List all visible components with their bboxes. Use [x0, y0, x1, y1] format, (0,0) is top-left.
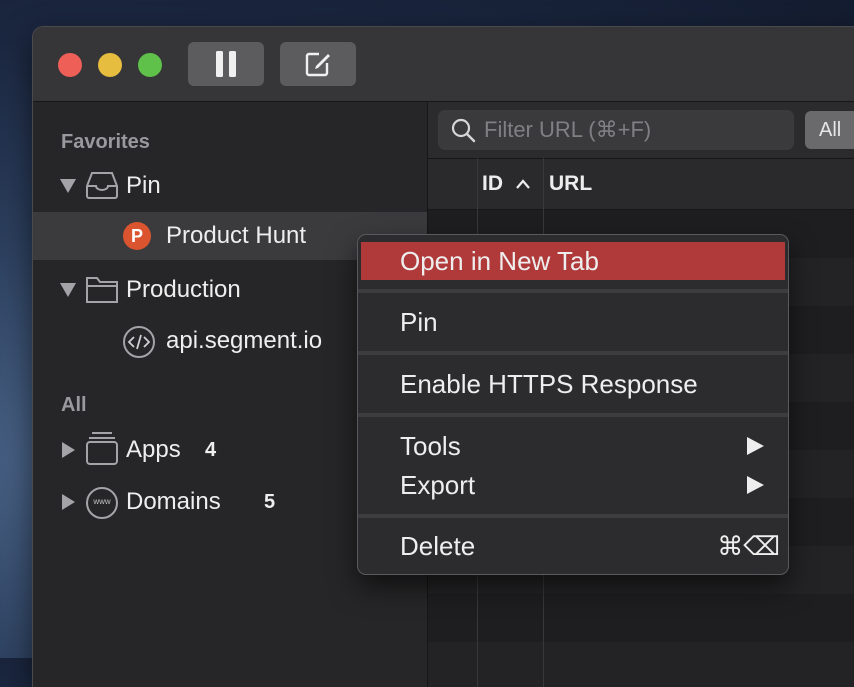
- disclosure-down-icon[interactable]: [60, 283, 76, 297]
- table-header: ID URL: [428, 158, 854, 210]
- column-id-header[interactable]: ID: [482, 159, 531, 209]
- sort-ascending-icon: [516, 179, 530, 189]
- menu-item-label: Pin: [400, 306, 438, 337]
- product-hunt-logo-icon: P: [123, 222, 151, 250]
- sidebar-item-label: Domains: [126, 488, 221, 515]
- submenu-arrow-icon: [747, 476, 764, 494]
- menu-item-label: Enable HTTPS Response: [400, 368, 698, 399]
- context-menu: Open in New Tab Pin Enable HTTPS Respons…: [358, 235, 788, 574]
- menu-item-label: Tools: [400, 430, 461, 461]
- sidebar-item-label: Apps: [126, 436, 181, 463]
- menu-item-export[interactable]: Export: [358, 466, 788, 504]
- filter-placeholder: Filter URL (⌘+F): [484, 117, 652, 142]
- apps-stack-icon: [86, 432, 118, 465]
- zoom-window-button[interactable]: [138, 53, 162, 77]
- sidebar-item-label: Product Hunt: [166, 222, 307, 249]
- item-count: 4: [205, 438, 217, 461]
- column-id-label: ID: [482, 172, 503, 195]
- www-label: www: [93, 497, 111, 506]
- disclosure-down-icon[interactable]: [60, 179, 76, 193]
- section-all: All: [61, 394, 87, 416]
- filter-url-input[interactable]: Filter URL (⌘+F): [438, 110, 794, 150]
- code-icon: [123, 326, 155, 358]
- filter-bar: Filter URL (⌘+F) All: [428, 102, 854, 158]
- submenu-arrow-icon: [747, 437, 764, 455]
- menu-separator: [358, 289, 788, 293]
- sidebar-item-label: Production: [126, 276, 241, 303]
- search-icon: [451, 118, 476, 143]
- column-url-header[interactable]: URL: [549, 159, 592, 209]
- folder-icon: [86, 277, 118, 303]
- menu-separator: [358, 351, 788, 355]
- tray-icon: [86, 172, 118, 199]
- disclosure-right-icon[interactable]: [62, 494, 75, 510]
- menu-item-open-in-new-tab[interactable]: Open in New Tab: [361, 242, 785, 280]
- menu-separator: [358, 413, 788, 417]
- pause-button[interactable]: [188, 42, 264, 86]
- menu-item-label: Export: [400, 469, 476, 500]
- disclosure-right-icon[interactable]: [62, 442, 75, 458]
- compose-icon: [305, 52, 330, 77]
- menu-separator: [358, 514, 788, 518]
- sidebar-item-label: api.segment.io: [166, 327, 323, 354]
- close-window-button[interactable]: [58, 53, 82, 77]
- section-favorites: Favorites: [61, 131, 150, 153]
- menu-item-pin[interactable]: Pin: [358, 303, 788, 341]
- sidebar-item-label: Pin: [126, 172, 161, 199]
- item-count: 5: [264, 490, 276, 513]
- sidebar-item-pin[interactable]: Pin: [33, 162, 427, 210]
- minimize-window-button[interactable]: [98, 53, 122, 77]
- menu-item-delete[interactable]: Delete ⌘⌫: [358, 527, 788, 565]
- column-url-label: URL: [549, 172, 593, 195]
- all-filter-button[interactable]: All: [805, 111, 854, 149]
- menu-item-label: Delete: [400, 530, 476, 561]
- menu-item-label: Open in New Tab: [400, 245, 599, 276]
- toolbar: [33, 27, 854, 102]
- table-row: [428, 642, 854, 687]
- compose-button[interactable]: [280, 42, 356, 86]
- menu-item-tools[interactable]: Tools: [358, 427, 788, 465]
- pause-icon: [216, 51, 236, 77]
- menu-item-enable-https-response[interactable]: Enable HTTPS Response: [358, 365, 788, 403]
- delete-shortcut: ⌘⌫: [717, 530, 780, 561]
